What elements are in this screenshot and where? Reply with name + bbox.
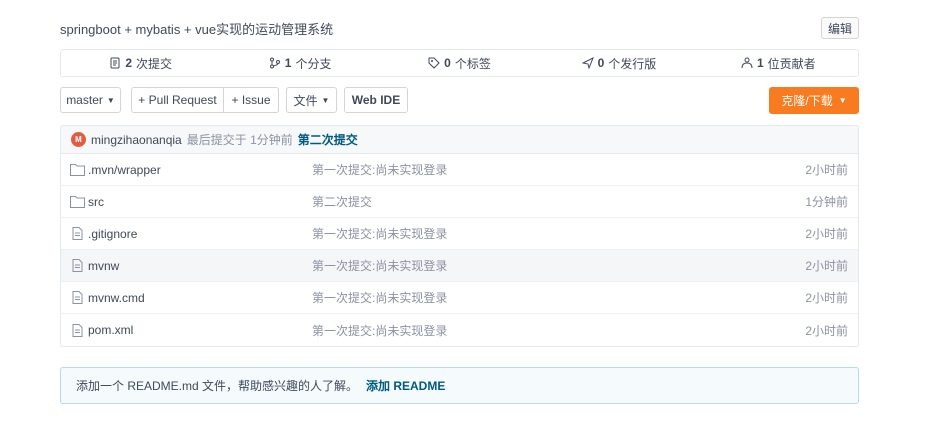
file-row[interactable]: pom.xml 第一次提交:尚未实现登录 2小时前 bbox=[61, 314, 858, 346]
repo-toolbar: master ▼ + Pull Request + Issue 文件 ▼ Web… bbox=[60, 87, 859, 114]
file-icon bbox=[72, 291, 83, 304]
stat-contributors[interactable]: 1 位贡献者 bbox=[699, 55, 858, 72]
commit-meta: 最后提交于 1分钟前 bbox=[186, 133, 293, 147]
branch-icon bbox=[269, 57, 280, 69]
stat-contributors-label: 位贡献者 bbox=[767, 56, 816, 71]
file-icon bbox=[72, 227, 83, 240]
clone-download-label: 克隆/下载 bbox=[781, 94, 833, 108]
file-name-text[interactable]: mvnw bbox=[88, 259, 119, 273]
stat-releases-label: 个发行版 bbox=[608, 56, 657, 71]
file-row[interactable]: .mvn/wrapper 第一次提交:尚未实现登录 2小时前 bbox=[61, 154, 858, 186]
file-row[interactable]: .gitignore 第一次提交:尚未实现登录 2小时前 bbox=[61, 218, 858, 250]
stat-commits-count: 2 bbox=[125, 56, 133, 70]
file-name-text[interactable]: mvnw.cmd bbox=[88, 291, 145, 305]
stat-tags[interactable]: 0 个标签 bbox=[380, 55, 539, 72]
file-commit-message[interactable]: 第二次提交 bbox=[312, 193, 372, 210]
file-commit-message[interactable]: 第一次提交:尚未实现登录 bbox=[312, 289, 447, 306]
branch-select-label: master bbox=[66, 93, 103, 107]
file-commit-time: 2小时前 bbox=[805, 227, 848, 241]
folder-icon bbox=[70, 196, 85, 208]
avatar[interactable]: M bbox=[71, 132, 86, 147]
commit-message-link[interactable]: 第二次提交 bbox=[298, 131, 358, 148]
stat-commits[interactable]: 2 次提交 bbox=[61, 55, 220, 72]
file-commit-time: 2小时前 bbox=[805, 259, 848, 273]
file-commit-time: 2小时前 bbox=[805, 323, 848, 338]
stat-tags-label: 个标签 bbox=[454, 56, 491, 71]
file-row[interactable]: mvnw 第一次提交:尚未实现登录 2小时前 bbox=[61, 250, 858, 282]
latest-commit-bar: M mingzihaonanqia 最后提交于 1分钟前 第二次提交 bbox=[61, 126, 858, 154]
release-icon bbox=[581, 57, 594, 69]
file-name[interactable]: mvnw.cmd bbox=[70, 291, 145, 305]
stat-commits-label: 次提交 bbox=[136, 56, 173, 71]
branch-select[interactable]: master ▼ bbox=[60, 87, 121, 113]
file-name-text[interactable]: .gitignore bbox=[88, 227, 137, 241]
file-commit-time: 2小时前 bbox=[805, 163, 848, 177]
web-ide-button[interactable]: Web IDE bbox=[344, 87, 408, 113]
file-list: M mingzihaonanqia 最后提交于 1分钟前 第二次提交 .mvn/… bbox=[60, 125, 859, 347]
file-commit-message[interactable]: 第一次提交:尚未实现登录 bbox=[312, 161, 447, 178]
file-commit-time: 2小时前 bbox=[805, 291, 848, 305]
stat-branches-label: 个分支 bbox=[295, 56, 332, 71]
file-row[interactable]: src 第二次提交 1分钟前 bbox=[61, 186, 858, 218]
file-name-text[interactable]: src bbox=[88, 195, 104, 209]
file-row[interactable]: mvnw.cmd 第一次提交:尚未实现登录 2小时前 bbox=[61, 282, 858, 314]
readme-hint-text: 添加一个 README.md 文件，帮助感兴趣的人了解。 bbox=[76, 379, 359, 393]
stat-branches[interactable]: 1 个分支 bbox=[220, 55, 379, 72]
file-name[interactable]: pom.xml bbox=[70, 323, 133, 337]
file-commit-message[interactable]: 第一次提交:尚未实现登录 bbox=[312, 322, 447, 339]
edit-description-button[interactable]: 编辑 bbox=[820, 17, 859, 39]
file-commit-time: 1分钟前 bbox=[805, 195, 848, 209]
stat-releases-count: 0 bbox=[597, 56, 605, 70]
file-name[interactable]: src bbox=[70, 195, 104, 209]
commit-author[interactable]: mingzihaonanqia bbox=[91, 133, 182, 147]
file-name[interactable]: .gitignore bbox=[70, 227, 137, 241]
contributors-icon bbox=[741, 57, 753, 69]
new-issue-button[interactable]: + Issue bbox=[224, 87, 279, 113]
folder-icon bbox=[70, 164, 85, 176]
repo-description: springboot + mybatis + vue实现的运动管理系统 bbox=[60, 21, 334, 37]
add-readme-link[interactable]: 添加 README bbox=[366, 377, 445, 394]
file-commit-message[interactable]: 第一次提交:尚未实现登录 bbox=[312, 257, 447, 274]
repo-header: springboot + mybatis + vue实现的运动管理系统 编辑 bbox=[60, 16, 859, 40]
tag-icon bbox=[428, 57, 440, 69]
caret-down-icon: ▼ bbox=[838, 96, 847, 105]
file-commit-message[interactable]: 第一次提交:尚未实现登录 bbox=[312, 225, 447, 242]
file-name-text[interactable]: pom.xml bbox=[88, 323, 133, 337]
clone-download-button[interactable]: 克隆/下载 ▼ bbox=[769, 87, 859, 114]
new-item-group: + Pull Request + Issue bbox=[131, 87, 279, 113]
commit-icon bbox=[110, 57, 120, 69]
file-name[interactable]: mvnw bbox=[70, 259, 119, 273]
stat-releases[interactable]: 0 个发行版 bbox=[539, 55, 698, 72]
file-name[interactable]: .mvn/wrapper bbox=[70, 163, 161, 177]
stat-contributors-count: 1 bbox=[756, 56, 764, 70]
file-icon bbox=[72, 259, 83, 272]
file-menu-label: 文件 bbox=[293, 93, 318, 108]
file-name-text[interactable]: .mvn/wrapper bbox=[88, 163, 161, 177]
caret-down-icon: ▼ bbox=[106, 95, 115, 105]
repo-stats-bar: 2 次提交 1 个分支 0 个标签 0 个发行版 1 位贡献者 bbox=[60, 49, 859, 77]
readme-hint-box: 添加一个 README.md 文件，帮助感兴趣的人了解。 添加 README bbox=[60, 367, 859, 404]
caret-down-icon: ▼ bbox=[321, 95, 330, 105]
stat-branches-count: 1 bbox=[284, 56, 292, 70]
stat-tags-count: 0 bbox=[444, 56, 451, 70]
new-pull-request-button[interactable]: + Pull Request bbox=[131, 87, 224, 113]
file-icon bbox=[72, 323, 83, 337]
file-menu-button[interactable]: 文件 ▼ bbox=[286, 87, 337, 113]
